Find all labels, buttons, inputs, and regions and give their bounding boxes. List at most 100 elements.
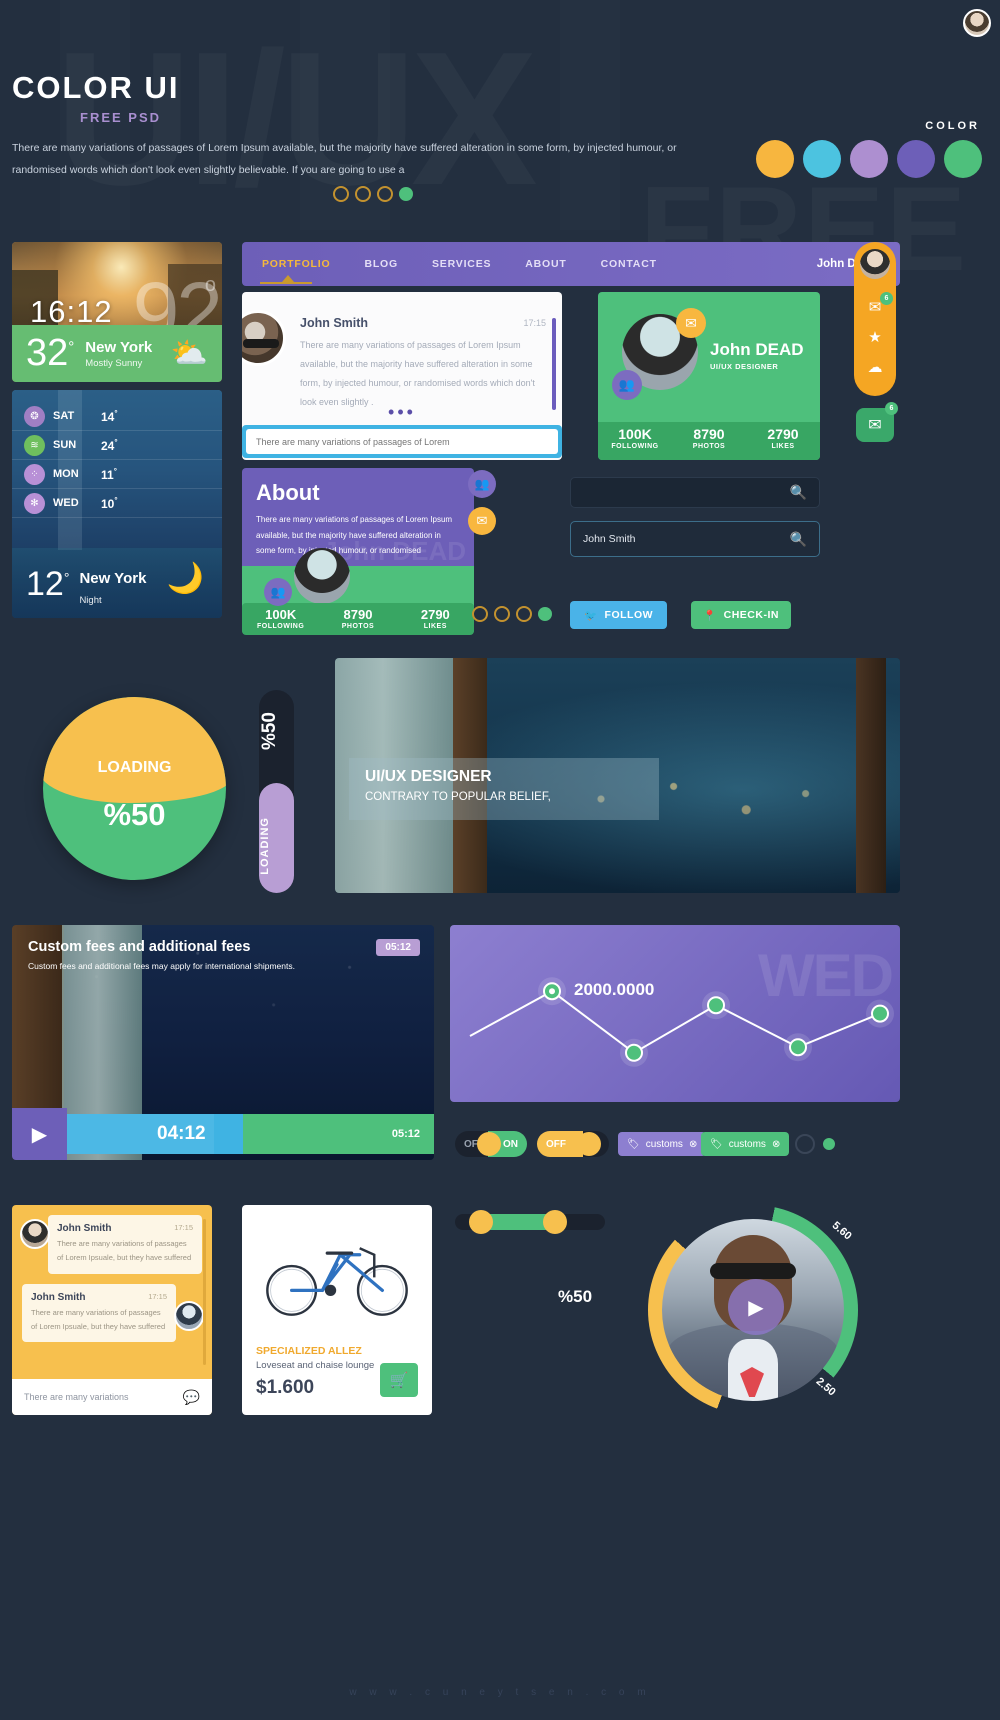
main-navbar: PORTFOLIO BLOG SERVICES ABOUT CONTACT Jo… — [242, 242, 900, 286]
chat-input-bar — [242, 425, 562, 458]
search-icon[interactable]: 🔍 — [790, 531, 807, 548]
users-icon[interactable]: 👥 — [468, 470, 496, 498]
radio-unchecked[interactable] — [795, 1134, 815, 1154]
snow-icon: ✻ — [24, 492, 45, 514]
carousel-dot[interactable] — [516, 606, 532, 622]
stat-photos[interactable]: 8790 PHOTOS — [672, 422, 746, 460]
slider-knob-min[interactable] — [469, 1210, 493, 1234]
mail-icon[interactable]: ✉ 6 — [854, 292, 896, 322]
stat-value: 8790 — [343, 607, 373, 622]
slider-knob-max[interactable] — [543, 1210, 567, 1234]
forecast-row[interactable]: ❂ SAT 14° — [12, 402, 222, 431]
radio-checked[interactable] — [823, 1138, 835, 1150]
typing-indicator: ••• — [388, 402, 416, 422]
forecast-temp: 10° — [101, 495, 118, 511]
weather-condition: Mostly Sunny — [85, 357, 143, 369]
toggle-switch-off[interactable]: OFF ON — [537, 1131, 609, 1157]
chat-icon[interactable]: 💬 — [183, 1389, 200, 1406]
message-sender: John Smith — [57, 1223, 112, 1234]
carousel-dot-active[interactable] — [399, 187, 413, 201]
tag-chip[interactable]: 🏷 customs ⊗ — [618, 1132, 707, 1156]
message-bubble[interactable]: John Smith 17:15 There are many variatio… — [22, 1283, 176, 1342]
search-input-filled[interactable]: John Smith 🔍 — [570, 521, 820, 557]
carousel-dot[interactable] — [333, 186, 349, 202]
moon-icon: 🌙 — [166, 562, 204, 595]
messages-footer[interactable]: There are many variations 💬 — [12, 1379, 212, 1415]
color-swatch[interactable] — [803, 140, 841, 178]
forecast-row[interactable]: ✻ WED 10° — [12, 489, 222, 518]
avatar — [20, 1219, 50, 1249]
color-swatch[interactable] — [850, 140, 888, 178]
carousel-dot[interactable] — [494, 606, 510, 622]
forecast-row[interactable]: ≋ SUN 24° — [12, 431, 222, 460]
stat-following[interactable]: 100K FOLLOWING — [598, 422, 672, 460]
product-brand: SPECIALIZED ALLEZ — [256, 1345, 362, 1357]
mail-icon[interactable]: ✉ — [676, 308, 706, 338]
badge-count: 6 — [880, 292, 893, 305]
chat-input[interactable] — [246, 429, 558, 454]
color-swatch[interactable] — [944, 140, 982, 178]
carousel-dot-active[interactable] — [538, 607, 552, 621]
side-rail: ✉ 6 ★ ☁ ✉ 6 — [854, 242, 898, 442]
carousel-dots — [472, 606, 552, 622]
forecast-row[interactable]: ⁘ MON 11° — [12, 460, 222, 489]
close-icon[interactable]: ⊗ — [689, 1139, 697, 1150]
nav-item-about[interactable]: ABOUT — [525, 258, 566, 270]
star-icon[interactable]: ★ — [854, 322, 896, 352]
scrollbar[interactable] — [552, 318, 556, 410]
stat-label: LIKES — [771, 443, 795, 450]
weather-summary-bar: 32° New York Mostly Sunny ⛅ — [12, 325, 222, 382]
checkin-button[interactable]: 📍 CHECK-IN — [691, 601, 791, 629]
chat-icon[interactable]: ✉ 6 — [856, 402, 898, 442]
mail-icon[interactable]: ✉ — [468, 507, 496, 535]
carousel-dot[interactable] — [355, 186, 371, 202]
forecast-current-temp: 12° — [26, 565, 70, 603]
forecast-list: ❂ SAT 14° ≋ SUN 24° ⁘ MON 11° ✻ WED 10° — [12, 390, 222, 518]
avatar — [860, 249, 890, 279]
stat-photos[interactable]: 8790 PHOTOS — [319, 603, 396, 635]
search-icon[interactable]: 🔍 — [790, 484, 807, 501]
chart-svg — [469, 977, 894, 1067]
rail-avatar-header[interactable] — [854, 242, 896, 286]
toggle-knob[interactable] — [477, 1132, 501, 1156]
stat-likes[interactable]: 2790 LIKES — [397, 603, 474, 635]
play-icon[interactable]: ▶ — [728, 1279, 784, 1335]
search-input-empty[interactable]: 🔍 — [570, 477, 820, 508]
color-swatch[interactable] — [756, 140, 794, 178]
message-time: 17:15 — [148, 1291, 167, 1301]
nav-item-contact[interactable]: CONTACT — [601, 258, 657, 270]
nav-item-services[interactable]: SERVICES — [432, 258, 491, 270]
forecast-temp: 14° — [101, 408, 118, 424]
scrollbar[interactable] — [203, 1219, 206, 1365]
search-value: John Smith — [583, 533, 636, 545]
users-icon[interactable]: 👥 — [264, 578, 292, 606]
follow-button[interactable]: 🐦 FOLLOW — [570, 601, 667, 629]
users-icon[interactable]: 👥 — [612, 370, 642, 400]
color-swatch[interactable] — [897, 140, 935, 178]
tag-icon: 🏷 — [710, 1138, 723, 1150]
stat-likes[interactable]: 2790 LIKES — [746, 422, 820, 460]
range-slider[interactable] — [455, 1210, 605, 1234]
nav-item-blog[interactable]: BLOG — [364, 258, 398, 270]
forecast-footer: 12° New York Night — [26, 565, 146, 606]
cloud-icon[interactable]: ☁ — [854, 352, 896, 382]
carousel-dot[interactable] — [377, 186, 393, 202]
nav-item-portfolio[interactable]: PORTFOLIO — [259, 258, 330, 284]
tag-chip[interactable]: 🏷 customs ⊗ — [701, 1132, 790, 1156]
close-icon[interactable]: ⊗ — [772, 1139, 780, 1150]
cart-icon[interactable]: 🛒 — [380, 1363, 418, 1397]
play-icon[interactable]: ▶ — [12, 1108, 67, 1160]
twitter-icon: 🐦 — [583, 609, 598, 622]
carousel-dot[interactable] — [472, 606, 488, 622]
chat-sender-name: John Smith — [300, 316, 369, 330]
hero-caption: UI/UX DESIGNER CONTRARY TO POPULAR BELIE… — [349, 758, 659, 820]
toggle-knob[interactable] — [577, 1132, 601, 1156]
toggle-switch-on[interactable]: OFF ON — [455, 1131, 527, 1157]
video-progress-bar[interactable]: 04:12 05:12 — [67, 1114, 434, 1154]
tag-icon: 🏷 — [627, 1138, 640, 1150]
forecast-day: SAT — [53, 410, 75, 422]
stat-following[interactable]: 100K FOLLOWING — [242, 603, 319, 635]
line-chart-card: WED 2000.0000 — [450, 925, 900, 1102]
hero-subtitle: CONTRARY TO POPULAR BELIEF, — [365, 791, 551, 803]
message-bubble[interactable]: John Smith 17:15 There are many variatio… — [48, 1215, 202, 1274]
